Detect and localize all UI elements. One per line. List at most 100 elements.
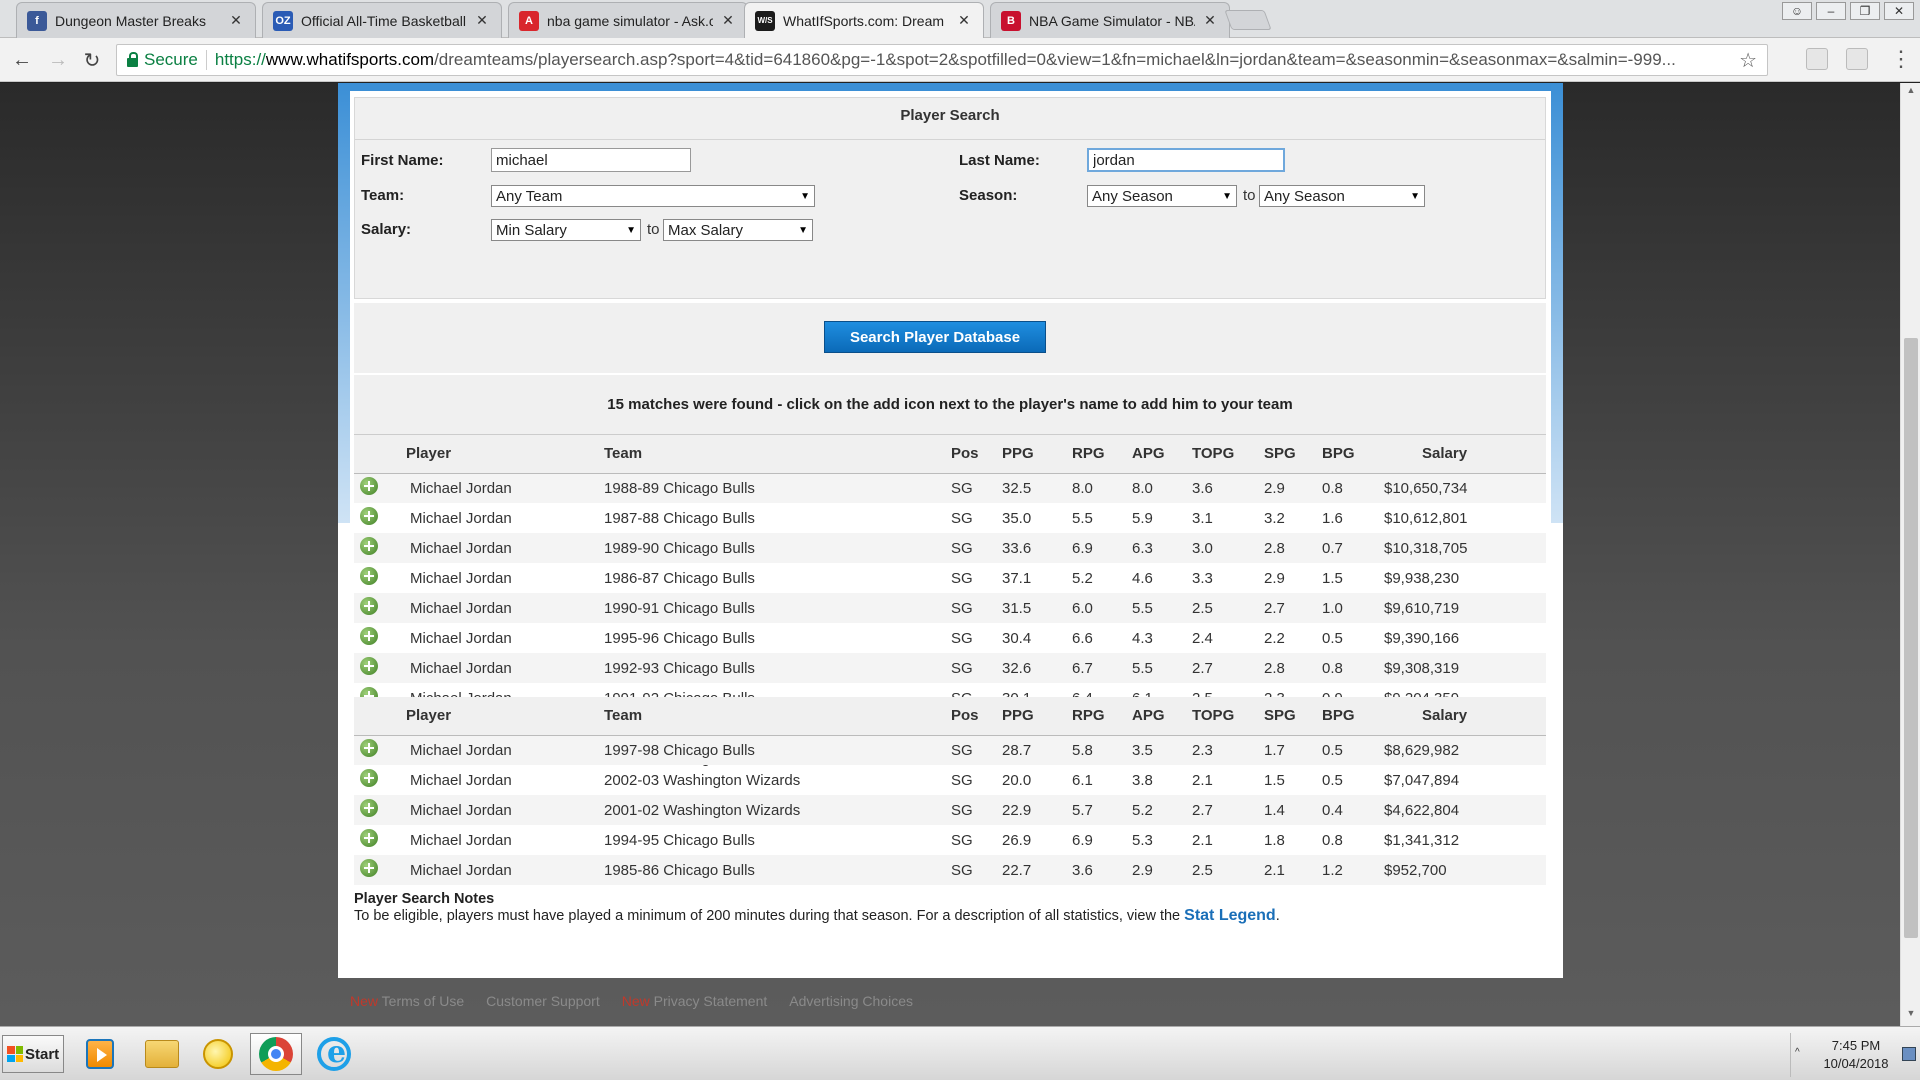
pdf-extension-icon[interactable] [1846,48,1868,70]
cell-player: Michael Jordan [396,653,592,683]
back-icon[interactable]: ← [8,46,36,74]
cell-rpg: 6.1 [1072,771,1093,789]
restore-button[interactable]: ❐ [1850,2,1880,20]
reload-icon[interactable]: ↻ [78,46,106,74]
media-player-taskbar-button[interactable] [74,1033,126,1075]
browser-tab[interactable]: W/S WhatIfSports.com: Dream ✕ [744,2,984,38]
url-host: www.whatifsports.com [265,50,435,69]
add-player-icon[interactable] [360,859,378,877]
add-player-icon[interactable] [360,739,378,758]
close-tab-icon[interactable]: ✕ [475,12,489,29]
add-player-icon[interactable] [360,769,378,787]
results-table-page-2: Player Team Pos PPG RPG APG TOPG SPG BPG Salary M… [354,697,1546,885]
salary-min-select[interactable]: Min Salary ▼ [491,219,641,241]
page-footer: New Terms of Use Customer Support New Pr… [350,993,913,1009]
browser-tab[interactable]: OZ Official All-Time Basketball ✕ [262,2,502,38]
cell-bpg: 0.5 [1322,629,1343,647]
column-header-player: Player [396,435,592,474]
add-player-icon[interactable] [360,627,378,645]
cell-apg: 5.5 [1132,593,1192,623]
cell-salary: $9,308,319 [1382,653,1546,683]
clock[interactable]: 7:45 PM 10/04/2018 [1813,1037,1899,1073]
season-max-select[interactable]: Any Season ▼ [1259,185,1425,207]
address-bar: ← → ↻ Secure https://www.whatifsports.co… [0,38,1920,82]
secure-indicator[interactable]: Secure [127,50,198,70]
privacy-label: Privacy Statement [653,993,768,1009]
first-name-field[interactable] [491,148,691,172]
file-explorer-taskbar-button[interactable] [136,1033,188,1075]
add-player-icon[interactable] [360,799,378,817]
footer-support-link[interactable]: Customer Support [486,993,600,1009]
cell-spg: 1.7 [1264,735,1322,765]
add-player-icon[interactable] [360,567,378,585]
internet-explorer-taskbar-button[interactable] [308,1033,360,1075]
last-name-field[interactable] [1087,148,1285,172]
scroll-up-icon[interactable]: ▲ [1901,85,1920,101]
column-header-spg: SPG [1264,435,1322,474]
wis-icon: W/S [755,10,775,31]
browser-menu-icon[interactable]: ⋮ [1890,46,1912,72]
cell-rpg: 5.8 [1072,735,1132,765]
add-player-icon[interactable] [360,477,378,496]
cell-ppg: 28.7 [1002,735,1072,765]
column-header-bpg: BPG [1322,697,1382,736]
start-button[interactable]: Start [2,1035,64,1073]
last-name-label: Last Name: [959,152,1040,169]
column-header-apg: APG [1132,435,1192,474]
table-row: Michael Jordan 2001-02 Washington Wizards… [354,795,1546,825]
profile-icon[interactable]: ☺ [1782,2,1812,20]
browser-tab[interactable]: B NBA Game Simulator - NBA ✕ [990,2,1230,38]
season-to-label: to [1243,187,1256,204]
add-player-icon[interactable] [360,597,378,615]
page-scrollbar[interactable]: ▲ ▼ [1900,83,1920,1026]
extension-icon[interactable] [1806,48,1828,70]
cell-ppg: 20.0 [1002,771,1032,789]
season-min-select[interactable]: Any Season ▼ [1087,185,1237,207]
close-tab-icon[interactable]: ✕ [229,12,243,29]
cell-spg: 1.4 [1264,795,1322,825]
add-player-icon[interactable] [360,507,378,525]
bookmark-star-icon[interactable]: ☆ [1739,48,1757,73]
show-desktop-button[interactable] [1902,1047,1916,1061]
add-player-icon[interactable] [360,829,378,847]
add-player-icon[interactable] [360,657,378,675]
outlook-taskbar-button[interactable] [192,1033,244,1075]
column-header-player: Player [396,697,592,736]
scroll-down-icon[interactable]: ▼ [1901,1008,1920,1024]
footer-ad-choices-link[interactable]: Advertising Choices [789,993,913,1009]
browser-tab[interactable]: Anba game simulator - Ask.c ✕ [508,2,748,38]
search-player-database-button[interactable]: Search Player Database [824,321,1046,353]
cell-pos: SG [951,831,973,849]
add-player-icon[interactable] [360,537,378,555]
cell-apg: 3.5 [1132,735,1192,765]
header-add-column [354,697,396,736]
cell-salary: $10,612,801 [1384,509,1468,527]
close-tab-icon[interactable]: ✕ [721,12,735,29]
scroll-thumb[interactable] [1904,338,1918,938]
cell-apg: 6.3 [1132,533,1192,563]
notes-text: To be eligible, players must have played… [354,908,1181,924]
cell-pos: SG [947,653,1002,683]
stat-legend-link[interactable]: Stat Legend [1184,907,1276,924]
close-window-button[interactable]: ✕ [1884,2,1914,20]
salary-max-select[interactable]: Max Salary ▼ [663,219,813,241]
footer-privacy-link[interactable]: New Privacy Statement [622,993,768,1009]
forward-icon[interactable]: → [44,46,72,74]
window-controls: ☺ – ❐ ✕ [1782,2,1914,20]
chrome-taskbar-button[interactable] [250,1033,302,1075]
add-player-cell [354,563,396,593]
new-tab-button[interactable] [1224,10,1272,30]
url-field[interactable]: Secure https://www.whatifsports.com/drea… [116,44,1768,76]
cell-rpg: 3.6 [1072,855,1132,885]
close-tab-icon[interactable]: ✕ [1203,12,1217,29]
close-tab-icon[interactable]: ✕ [957,12,971,29]
cell-spg: 2.1 [1264,855,1322,885]
minimize-button[interactable]: – [1816,2,1846,20]
cell-pos: SG [947,473,1002,503]
team-select[interactable]: Any Team ▼ [491,185,815,207]
cell-topg: 2.3 [1192,735,1264,765]
cell-pos: SG [947,795,1002,825]
tray-expand-icon[interactable]: ^ [1795,1047,1800,1058]
footer-terms-link[interactable]: New Terms of Use [350,993,464,1009]
browser-tab[interactable]: f Dungeon Master Breaks ✕ [16,2,256,38]
